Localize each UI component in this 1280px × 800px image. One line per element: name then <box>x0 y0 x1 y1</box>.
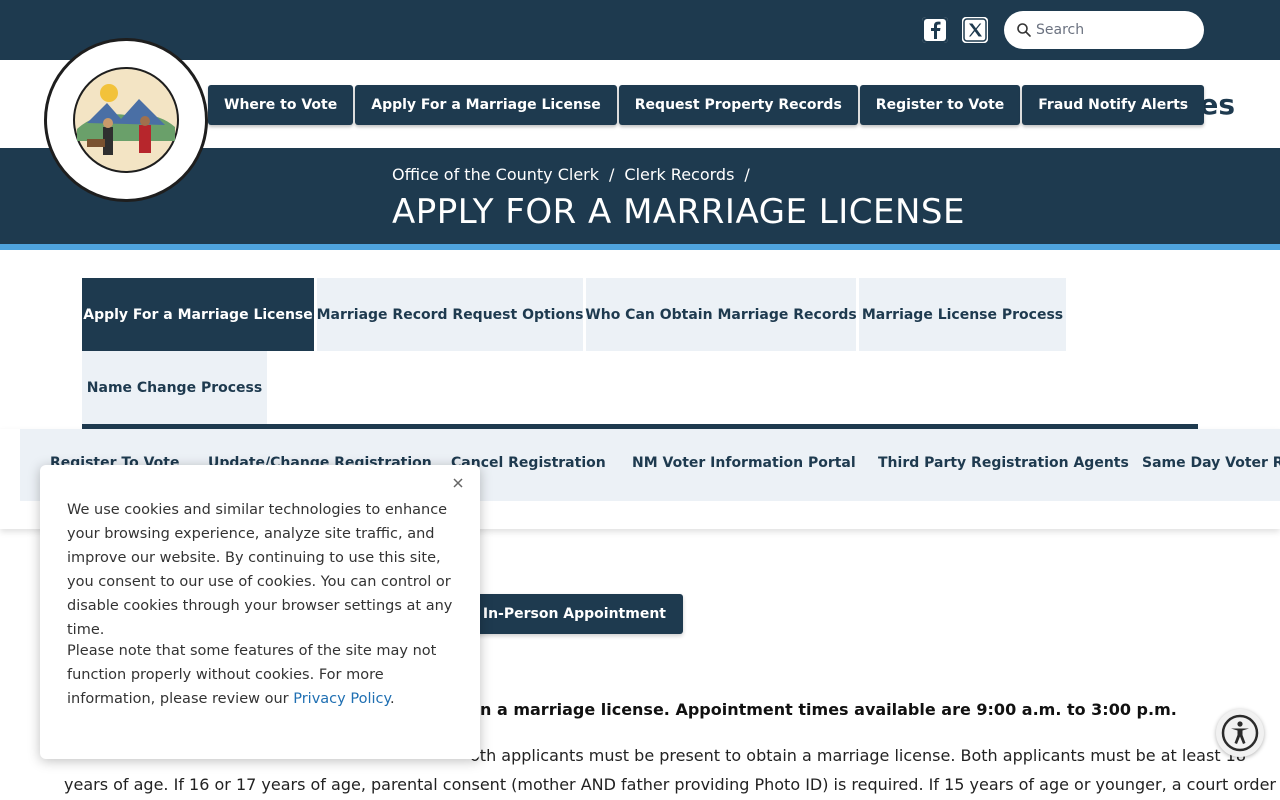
accessibility-button[interactable] <box>1216 709 1264 757</box>
breadcrumb-link-county-clerk[interactable]: Office of the County Clerk <box>392 165 599 184</box>
page-title: APPLY FOR A MARRIAGE LICENSE <box>392 192 965 232</box>
x-twitter-icon[interactable] <box>962 17 988 43</box>
tab-marriage-record-request-options[interactable]: Marriage Record Request Options <box>317 278 583 351</box>
nav-where-to-vote[interactable]: Where to Vote <box>208 85 354 125</box>
county-seal-logo[interactable] <box>44 38 208 202</box>
close-icon[interactable] <box>450 475 466 491</box>
accessibility-icon <box>1221 714 1259 752</box>
nav-request-property-records[interactable]: Request Property Records <box>618 85 858 125</box>
nav-register-to-vote[interactable]: Register to Vote <box>859 85 1021 125</box>
search-input[interactable] <box>1036 11 1196 49</box>
breadcrumb-link-clerk-records[interactable]: Clerk Records <box>624 165 734 184</box>
subnav-third-party-registration-agents[interactable]: Third Party Registration Agents <box>878 455 1129 471</box>
cookie-note: Please note that some features of the si… <box>67 639 457 711</box>
cookie-note-end: . <box>389 691 395 707</box>
tab-who-can-obtain-marriage-records[interactable]: Who Can Obtain Marriage Records <box>585 278 857 351</box>
nav-fraud-notify-alerts[interactable]: Fraud Notify Alerts <box>1022 85 1205 125</box>
body-line-2: years of age. If 16 or 17 years of age, … <box>64 775 1276 794</box>
hero-accent-stripe <box>0 244 1280 250</box>
privacy-policy-link[interactable]: Privacy Policy <box>293 691 390 707</box>
subnav-nm-voter-information-portal[interactable]: NM Voter Information Portal <box>632 455 856 471</box>
facebook-icon[interactable] <box>922 17 948 43</box>
search-icon <box>1017 23 1031 37</box>
breadcrumb-separator: / <box>744 165 750 184</box>
breadcrumb-separator: / <box>609 165 615 184</box>
cookie-message: We use cookies and similar technologies … <box>67 502 453 638</box>
appointment-hours-text: n a marriage license. Appointment times … <box>480 700 1177 719</box>
tab-name-change-process[interactable]: Name Change Process <box>82 351 267 424</box>
cookie-consent-dialog: We use cookies and similar technologies … <box>40 465 480 759</box>
tab-apply-marriage-license[interactable]: Apply For a Marriage License <box>82 278 314 351</box>
search-box[interactable] <box>1004 11 1204 49</box>
nav-apply-marriage-license[interactable]: Apply For a Marriage License <box>355 85 617 125</box>
tab-marriage-license-process[interactable]: Marriage License Process <box>859 278 1066 351</box>
top-nav-buttons: Where to Vote Apply For a Marriage Licen… <box>208 85 1205 125</box>
subnav-same-day-voter-registration[interactable]: Same Day Voter Reg <box>1142 455 1280 471</box>
breadcrumb: Office of the County Clerk / Clerk Recor… <box>392 165 750 184</box>
